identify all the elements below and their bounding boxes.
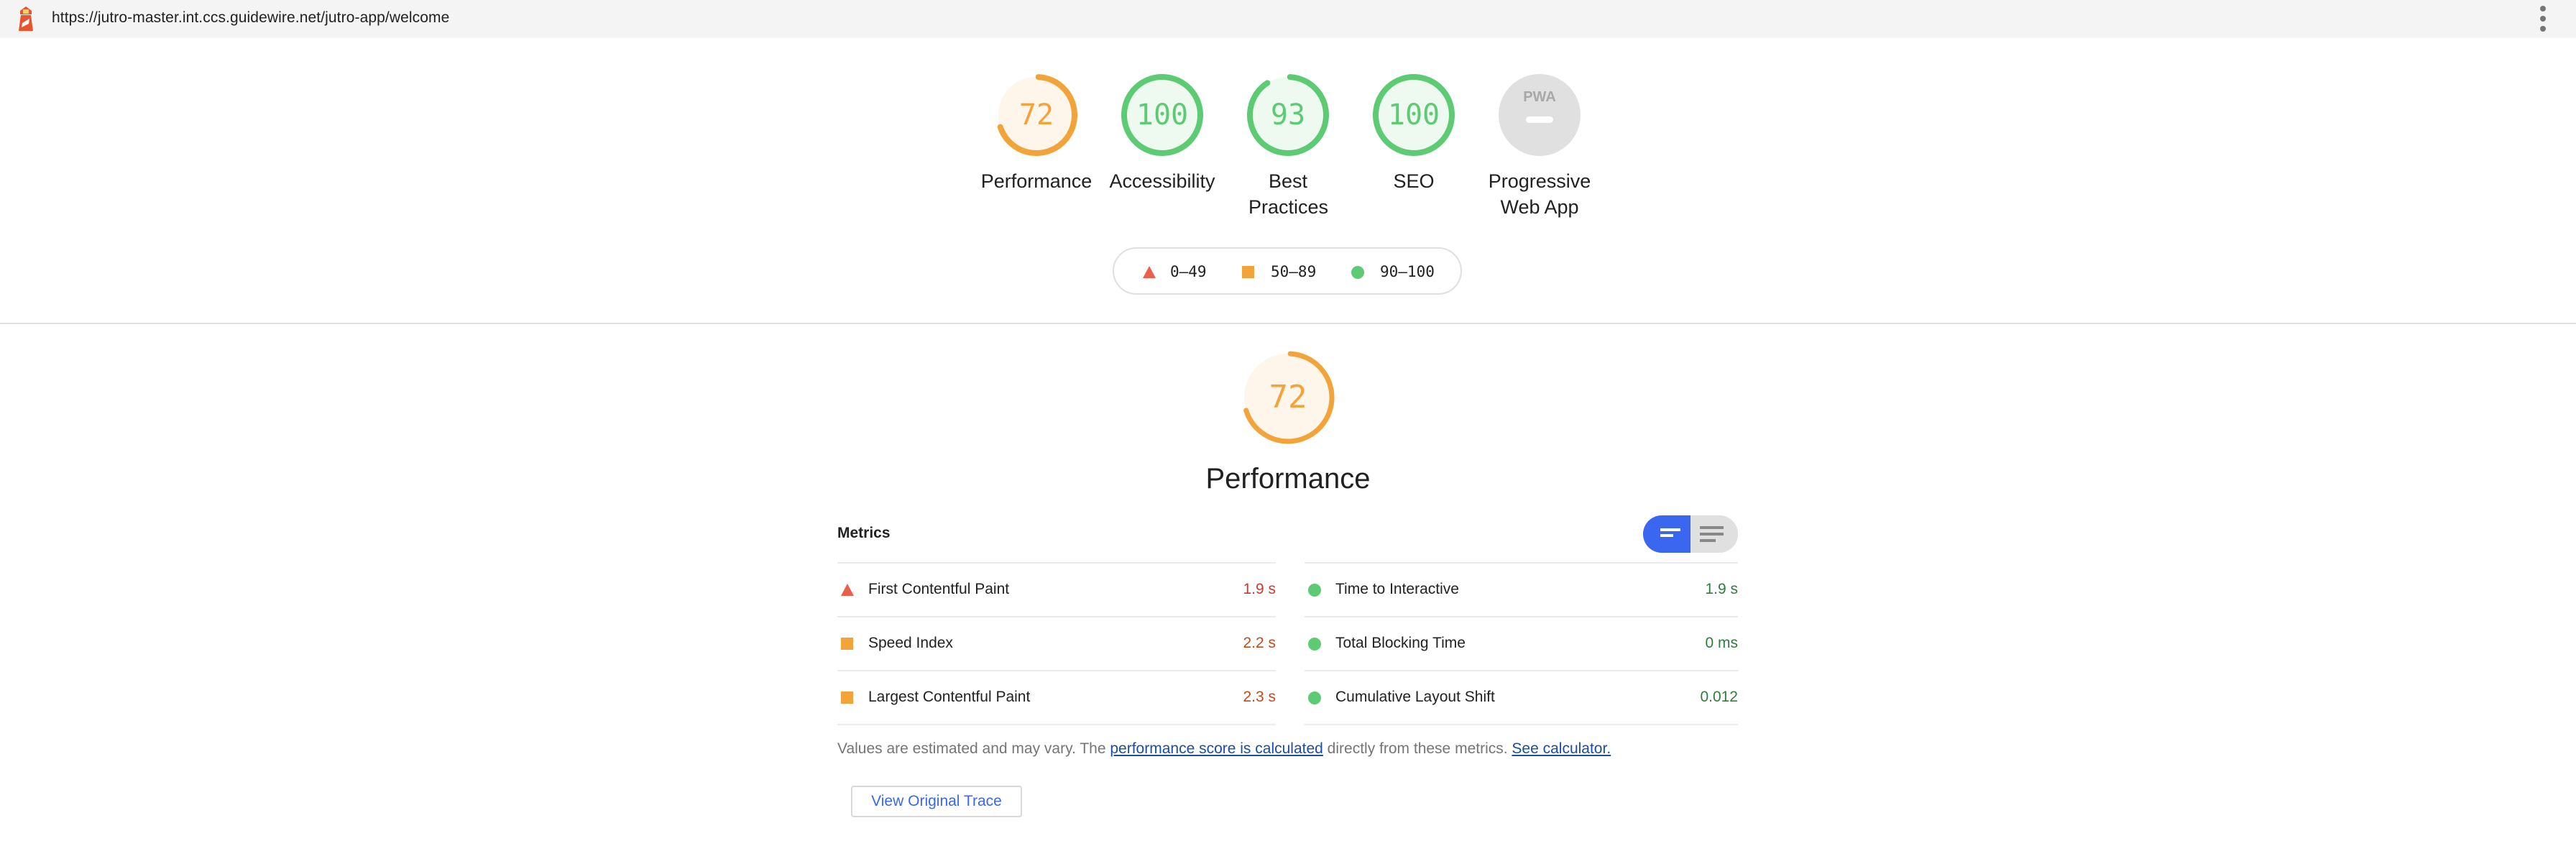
gauge-pwa[interactable]: PWA Progressive Web App	[1478, 72, 1601, 220]
metric-largest-contentful-paint: Largest Contentful Paint 2.3 s	[837, 670, 1276, 725]
metric-time-to-interactive: Time to Interactive 1.9 s	[1305, 562, 1738, 616]
top-bar: https://jutro-master.int.ccs.guidewire.n…	[0, 0, 2576, 38]
gauge-seo[interactable]: 100 SEO	[1353, 72, 1475, 194]
gauge-performance[interactable]: 72 Performance	[975, 72, 1098, 194]
label-performance: Performance	[980, 170, 1092, 192]
expanded-view-icon	[1700, 526, 1724, 529]
score-calculation-link[interactable]: performance score is calculated	[1110, 740, 1322, 757]
score-performance: 72	[1018, 98, 1054, 132]
metrics-heading: Metrics	[837, 525, 891, 541]
label-pwa: Progressive Web App	[1488, 170, 1591, 218]
legend-item-fail: 0–49	[1143, 263, 1207, 280]
see-calculator-link[interactable]: See calculator.	[1512, 740, 1611, 757]
average-square-icon	[841, 691, 853, 704]
label-accessibility: Accessibility	[1109, 170, 1215, 192]
square-icon	[1242, 266, 1254, 278]
fail-triangle-icon	[841, 584, 854, 596]
section-title: Performance	[1205, 463, 1371, 495]
score-best-practices: 93	[1270, 98, 1306, 132]
compact-view-icon	[1660, 528, 1680, 531]
pass-circle-icon	[1308, 691, 1321, 704]
pwa-logo-text: PWA	[1523, 89, 1556, 105]
metric-cumulative-layout-shift: Cumulative Layout Shift 0.012	[1305, 670, 1738, 725]
pass-circle-icon	[1308, 584, 1321, 597]
lighthouse-icon	[19, 6, 33, 31]
performance-score: 72	[1269, 379, 1307, 415]
triangle-icon	[1143, 266, 1156, 278]
legend-item-average: 50–89	[1242, 263, 1316, 280]
score-seo: 100	[1387, 98, 1440, 132]
metrics-note: Values are estimated and may vary. The p…	[837, 740, 1611, 757]
gauge-accessibility[interactable]: 100 Accessibility	[1101, 72, 1223, 194]
metrics-column-right: Time to Interactive 1.9 s Total Blocking…	[1305, 562, 1738, 725]
metric-total-blocking-time: Total Blocking Time 0 ms	[1305, 616, 1738, 670]
section-divider	[0, 323, 2576, 324]
gauge-best-practices[interactable]: 93 Best Practices	[1227, 72, 1349, 220]
url-text: https://jutro-master.int.ccs.guidewire.n…	[52, 9, 450, 26]
average-square-icon	[841, 638, 853, 650]
kebab-menu-icon[interactable]	[2536, 6, 2550, 32]
metric-first-contentful-paint: First Contentful Paint 1.9 s	[837, 562, 1276, 616]
score-accessibility: 100	[1136, 98, 1189, 132]
view-original-trace-button[interactable]: View Original Trace	[851, 786, 1022, 817]
score-legend: 0–49 50–89 90–100	[1113, 247, 1462, 295]
expanded-view-button[interactable]	[1690, 515, 1738, 553]
pwa-badge-icon: PWA	[1499, 74, 1581, 156]
circle-icon	[1351, 266, 1364, 279]
legend-item-pass: 90–100	[1351, 263, 1435, 280]
label-best-practices: Best Practices	[1248, 170, 1329, 218]
metric-speed-index: Speed Index 2.2 s	[837, 616, 1276, 670]
metrics-column-left: First Contentful Paint 1.9 s Speed Index…	[837, 562, 1276, 725]
compact-view-button[interactable]	[1643, 515, 1690, 553]
performance-gauge: 72	[1233, 349, 1343, 446]
pass-circle-icon	[1308, 638, 1321, 651]
label-seo: SEO	[1393, 170, 1435, 192]
metrics-view-toggle[interactable]	[1643, 515, 1738, 553]
